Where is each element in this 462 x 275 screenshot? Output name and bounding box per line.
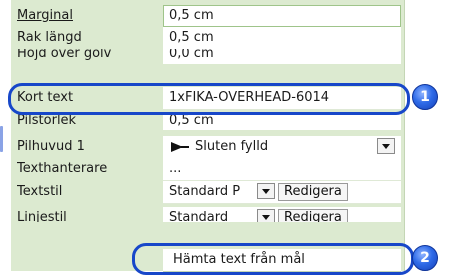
chevron-down-icon[interactable] — [377, 138, 395, 154]
splitter-handle[interactable] — [0, 126, 3, 152]
property-label-linjestil: Linjestil — [17, 210, 67, 222]
property-row-pilstorlek[interactable]: Pilstorlek 0,5 cm — [11, 114, 404, 130]
linjestil-select[interactable]: Standard Redigera — [163, 207, 401, 222]
textstil-select[interactable]: Standard P Redigera — [163, 181, 401, 204]
callout-badge-1: 1 — [412, 84, 438, 110]
callout-badge-2: 2 — [412, 245, 438, 271]
property-row-hojd-over-golv[interactable]: Höjd över golv 0,0 cm — [11, 49, 404, 64]
property-row-linjestil[interactable]: Linjestil Standard Redigera — [11, 207, 404, 222]
textstil-select-value: Standard P — [169, 184, 241, 199]
property-value-rak-langd[interactable]: 0,5 cm — [163, 27, 401, 50]
property-label-textstil: Textstil — [17, 184, 63, 199]
linjestil-select-value: Standard — [169, 210, 229, 222]
property-value-hojd-over-golv[interactable]: 0,0 cm — [163, 49, 401, 64]
property-value-text: 0,0 cm — [169, 49, 214, 61]
property-label-rak-langd: Rak längd — [17, 30, 82, 45]
property-value-text: 0,5 cm — [169, 30, 214, 45]
edit-textstil-button[interactable]: Redigera — [278, 183, 348, 201]
property-row-texthanterare[interactable]: Texthanterare ... — [11, 158, 404, 181]
property-row-textstil[interactable]: Textstil Standard P Redigera — [11, 181, 404, 204]
callout-highlight-2 — [132, 243, 414, 275]
property-value-text: 0,5 cm — [169, 8, 214, 23]
callout-highlight-1 — [8, 83, 410, 115]
ellipsis-button[interactable]: ... — [169, 158, 181, 180]
property-value-text: 0,5 cm — [169, 114, 214, 128]
property-label-texthanterare: Texthanterare — [17, 161, 108, 176]
property-value-marginal[interactable]: 0,5 cm — [163, 5, 401, 28]
edit-linjestil-button[interactable]: Redigera — [278, 209, 348, 222]
property-label-pilstorlek: Pilstorlek — [17, 114, 77, 128]
arrowhead-select-value: Sluten fylld — [195, 139, 269, 154]
arrowhead-select[interactable]: Sluten fylld — [163, 136, 401, 159]
property-value-texthanterare[interactable]: ... — [163, 158, 401, 181]
chevron-down-icon[interactable] — [257, 209, 275, 222]
property-label-pilhuvud-1: Pilhuvud 1 — [17, 139, 85, 154]
property-row-rak-langd[interactable]: Rak längd 0,5 cm — [11, 27, 404, 50]
property-label-hojd-over-golv: Höjd över golv — [17, 49, 112, 61]
property-row-marginal[interactable]: Marginal 0,5 cm — [11, 5, 404, 28]
property-label-marginal: Marginal — [17, 8, 73, 23]
chevron-down-icon[interactable] — [257, 183, 275, 199]
property-value-pilstorlek[interactable]: 0,5 cm — [163, 114, 401, 130]
property-row-pilhuvud-1[interactable]: Pilhuvud 1 Sluten fylld — [11, 136, 404, 159]
filled-arrowhead-icon — [171, 142, 189, 152]
